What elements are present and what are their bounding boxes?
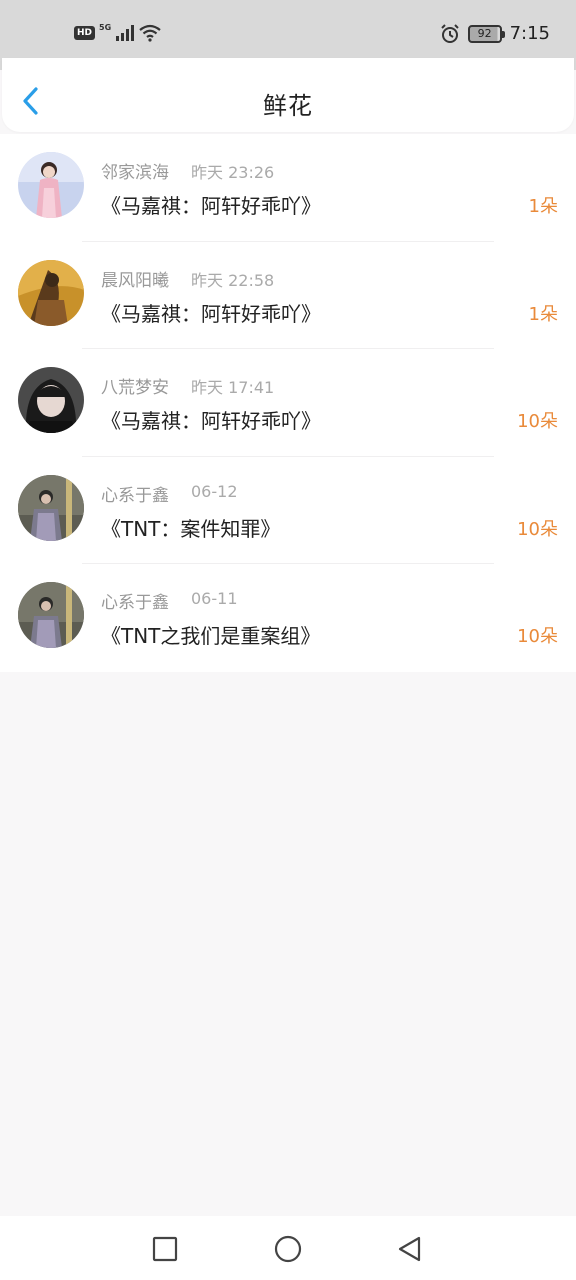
flower-count: 10朵 bbox=[517, 518, 558, 540]
list-item[interactable]: 心系于鑫 06-12 《TNT：案件知罪》 10朵 bbox=[0, 457, 576, 565]
circle-icon bbox=[274, 1235, 302, 1263]
avatar-image bbox=[18, 367, 84, 434]
book-title: 《TNT：案件知罪》 bbox=[101, 516, 281, 541]
battery-icon: 92 bbox=[467, 24, 505, 43]
timestamp: 昨天 17:41 bbox=[191, 378, 275, 398]
flower-count: 10朵 bbox=[517, 626, 558, 648]
book-title: 《TNT之我们是重案组》 bbox=[101, 624, 321, 649]
recent-apps-button[interactable] bbox=[150, 1234, 180, 1264]
flower-count: 10朵 bbox=[517, 411, 558, 433]
flower-count: 1朵 bbox=[528, 196, 558, 217]
timestamp: 06-11 bbox=[191, 589, 238, 609]
timestamp: 06-12 bbox=[191, 481, 238, 501]
signal-icon bbox=[116, 25, 135, 41]
wifi-icon bbox=[139, 24, 161, 42]
avatar[interactable] bbox=[18, 152, 84, 218]
list-item[interactable]: 晨风阳曦 昨天 22:58 《马嘉祺：阿轩好乖吖》 1朵 bbox=[0, 242, 576, 350]
flower-record-list: 邻家滨海 昨天 23:26 《马嘉祺：阿轩好乖吖》 1朵 晨风阳曦 昨天 22:… bbox=[0, 134, 576, 672]
battery-level: 92 bbox=[477, 27, 492, 40]
book-title: 《马嘉祺：阿轩好乖吖》 bbox=[101, 194, 321, 218]
avatar-image bbox=[18, 474, 84, 541]
user-name: 心系于鑫 bbox=[101, 485, 169, 506]
alarm-icon bbox=[440, 23, 459, 43]
list-item[interactable]: 八荒梦安 昨天 17:41 《马嘉祺：阿轩好乖吖》 10朵 bbox=[0, 349, 576, 457]
list-item[interactable]: 邻家滨海 昨天 23:26 《马嘉祺：阿轩好乖吖》 1朵 bbox=[0, 134, 576, 242]
status-left: HD 5G bbox=[74, 22, 161, 42]
user-name: 八荒梦安 bbox=[101, 378, 169, 399]
user-name: 晨风阳曦 bbox=[101, 270, 169, 291]
status-right: 92 7:15 bbox=[440, 23, 550, 44]
book-title: 《马嘉祺：阿轩好乖吖》 bbox=[101, 301, 321, 326]
user-name: 邻家滨海 bbox=[101, 163, 169, 183]
timestamp: 昨天 22:58 bbox=[191, 270, 275, 290]
home-button[interactable] bbox=[273, 1234, 303, 1264]
page-title: 鲜花 bbox=[263, 92, 313, 120]
timestamp: 昨天 23:26 bbox=[191, 163, 275, 182]
network-type: 5G bbox=[99, 22, 112, 32]
header: 鲜花 bbox=[2, 58, 574, 132]
avatar-image bbox=[18, 582, 84, 649]
clock: 7:15 bbox=[509, 23, 550, 44]
triangle-back-icon bbox=[398, 1236, 421, 1262]
flower-count: 1朵 bbox=[528, 303, 558, 325]
back-nav-button[interactable] bbox=[395, 1234, 425, 1264]
avatar[interactable] bbox=[18, 259, 84, 326]
avatar[interactable] bbox=[18, 474, 84, 541]
list-item[interactable]: 心系于鑫 06-11 《TNT之我们是重案组》 10朵 bbox=[0, 564, 576, 672]
system-navigation-bar bbox=[0, 1216, 576, 1280]
avatar-image bbox=[18, 259, 84, 326]
avatar[interactable] bbox=[18, 582, 84, 649]
square-icon bbox=[152, 1236, 178, 1262]
hd-icon: HD bbox=[74, 26, 96, 40]
avatar-image bbox=[18, 152, 84, 218]
avatar[interactable] bbox=[18, 367, 84, 434]
user-name: 心系于鑫 bbox=[101, 593, 169, 614]
book-title: 《马嘉祺：阿轩好乖吖》 bbox=[101, 409, 321, 434]
